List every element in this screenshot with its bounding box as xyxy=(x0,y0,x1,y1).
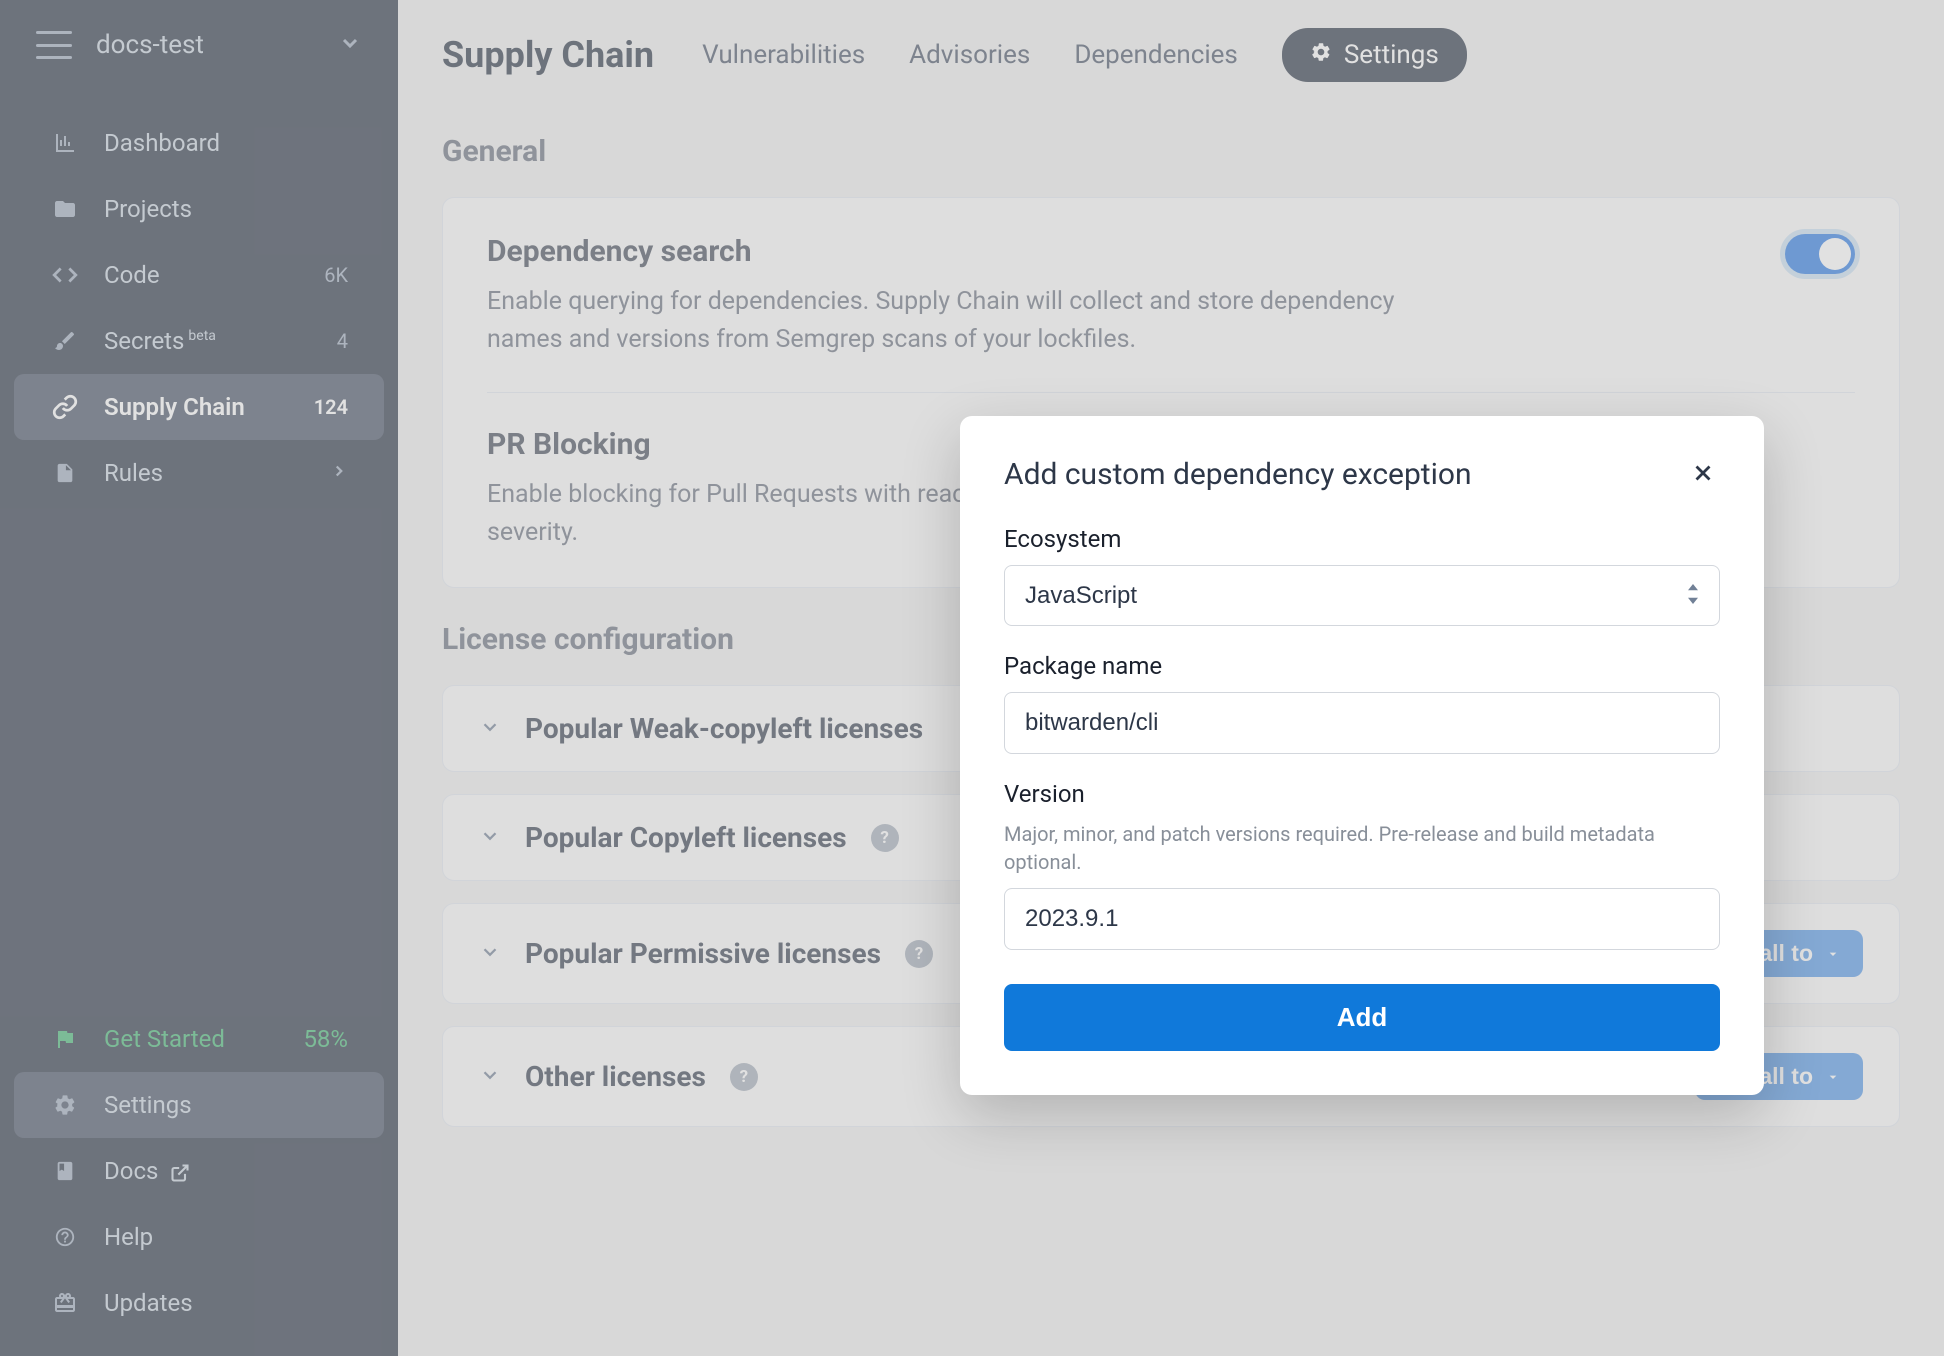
package-input[interactable] xyxy=(1004,692,1720,754)
add-exception-modal: Add custom dependency exception Ecosyste… xyxy=(960,416,1764,1095)
ecosystem-group: Ecosystem JavaScript xyxy=(1004,525,1720,626)
ecosystem-select[interactable]: JavaScript xyxy=(1004,565,1720,626)
add-button[interactable]: Add xyxy=(1004,984,1720,1051)
close-icon xyxy=(1690,460,1716,486)
close-button[interactable] xyxy=(1686,456,1720,493)
modal-header: Add custom dependency exception xyxy=(1004,456,1720,493)
package-group: Package name xyxy=(1004,652,1720,754)
version-help: Major, minor, and patch versions require… xyxy=(1004,820,1720,876)
version-label: Version xyxy=(1004,780,1720,808)
modal-title: Add custom dependency exception xyxy=(1004,457,1472,492)
ecosystem-label: Ecosystem xyxy=(1004,525,1720,553)
package-label: Package name xyxy=(1004,652,1720,680)
version-group: Version Major, minor, and patch versions… xyxy=(1004,780,1720,950)
version-input[interactable] xyxy=(1004,888,1720,950)
